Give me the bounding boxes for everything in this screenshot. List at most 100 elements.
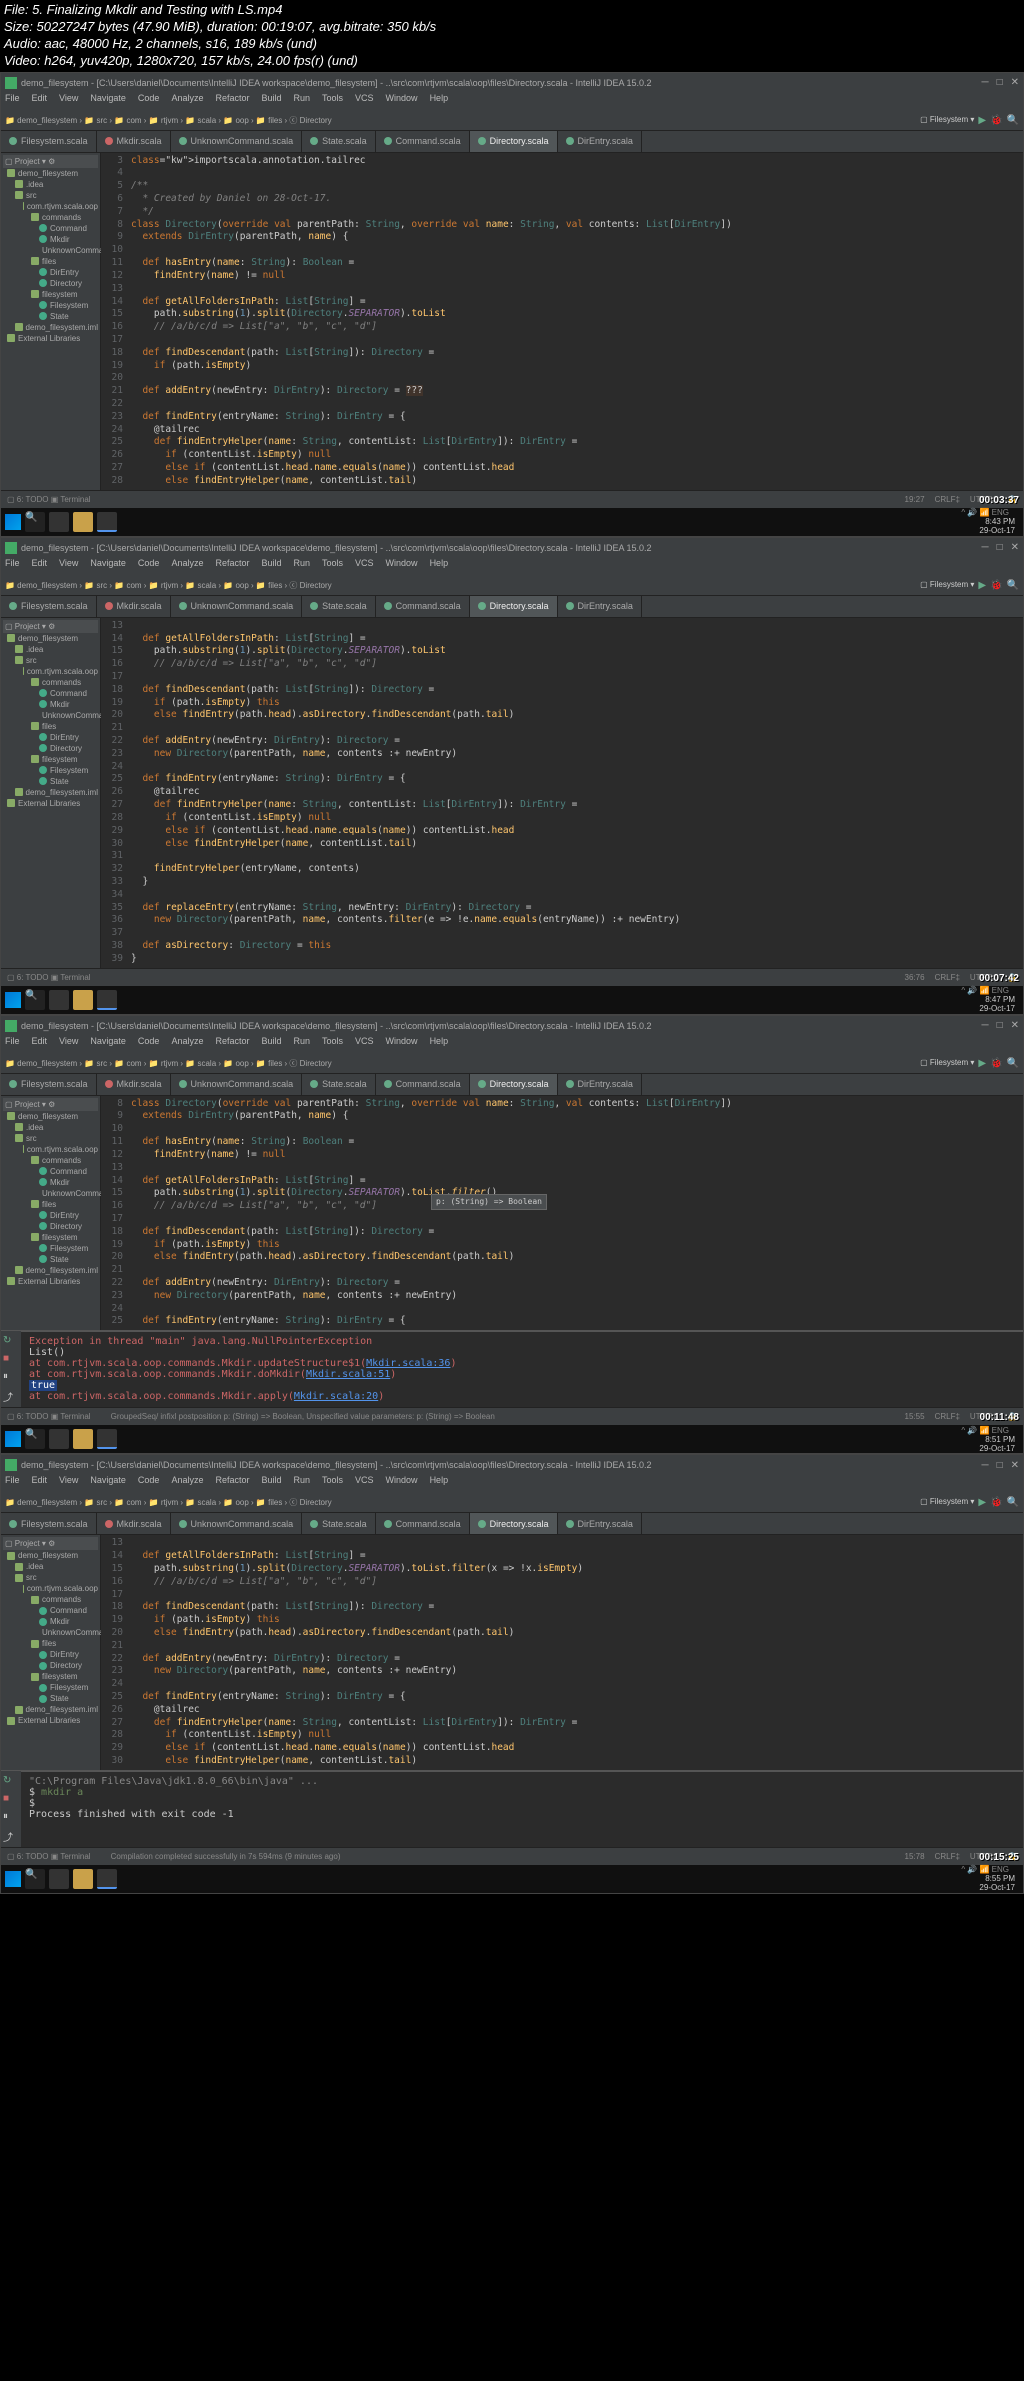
tree-item-demo_filesystem[interactable]: demo_filesystem xyxy=(3,1550,98,1561)
maximize-button[interactable]: □ xyxy=(997,542,1003,553)
close-button[interactable]: ✕ xyxy=(1011,1020,1019,1031)
tree-item-src[interactable]: src xyxy=(3,190,98,201)
project-tool-header[interactable]: ▢ Project ▾ ⚙ xyxy=(3,1098,98,1111)
breadcrumb[interactable]: 📁 demo_filesystem › 📁 src › 📁 com › 📁 rt… xyxy=(5,1058,332,1069)
menu-analyze[interactable]: Analyze xyxy=(171,1475,203,1493)
menu-analyze[interactable]: Analyze xyxy=(171,1036,203,1054)
status-tabs[interactable]: ▢ 6: TODO ▣ Terminal xyxy=(7,1412,91,1421)
intellij-icon[interactable] xyxy=(97,1869,117,1889)
tree-item-demo_filesystem.iml[interactable]: demo_filesystem.iml xyxy=(3,1265,98,1276)
menu-run[interactable]: Run xyxy=(294,1475,311,1493)
status-tabs[interactable]: ▢ 6: TODO ▣ Terminal xyxy=(7,495,91,504)
close-button[interactable]: ✕ xyxy=(1011,542,1019,553)
tree-item-DirEntry[interactable]: DirEntry xyxy=(3,1210,98,1221)
tree-item-demo_filesystem[interactable]: demo_filesystem xyxy=(3,1111,98,1122)
minimize-button[interactable]: ─ xyxy=(981,77,988,88)
tab-Directory.scala[interactable]: Directory.scala xyxy=(470,131,558,152)
tree-item-UnknownCommand[interactable]: UnknownCommand xyxy=(3,245,98,256)
tab-Mkdir.scala[interactable]: Mkdir.scala xyxy=(97,1513,171,1534)
menu-file[interactable]: File xyxy=(5,1475,20,1493)
project-tool-header[interactable]: ▢ Project ▾ ⚙ xyxy=(3,1537,98,1550)
menu-analyze[interactable]: Analyze xyxy=(171,558,203,576)
run-config[interactable]: ▢ Filesystem ▾ xyxy=(920,1058,974,1069)
search-button[interactable]: 🔍 xyxy=(25,990,45,1010)
start-button[interactable] xyxy=(5,1431,21,1447)
menu-view[interactable]: View xyxy=(59,558,78,576)
menu-help[interactable]: Help xyxy=(430,93,449,111)
line-sep[interactable]: CRLF‡ xyxy=(935,1852,960,1861)
tree-item-UnknownCommand[interactable]: UnknownCommand xyxy=(3,710,98,721)
explorer-icon[interactable] xyxy=(73,1869,93,1889)
system-clock[interactable]: ^ 🔊 📶 ENG 8:51 PM29-Oct-17 xyxy=(961,1426,1019,1453)
tab-State.scala[interactable]: State.scala xyxy=(302,1513,376,1534)
tree-item-Mkdir[interactable]: Mkdir xyxy=(3,1616,98,1627)
run-button[interactable]: ▶ xyxy=(978,1058,986,1069)
pause-icon[interactable]: ⏸ xyxy=(3,1371,17,1385)
taskview-button[interactable] xyxy=(49,512,69,532)
maximize-button[interactable]: □ xyxy=(997,77,1003,88)
minimize-button[interactable]: ─ xyxy=(981,1460,988,1471)
search-icon[interactable]: 🔍 xyxy=(1007,115,1019,126)
tree-item-External Libraries[interactable]: External Libraries xyxy=(3,798,98,809)
tree-item-Command[interactable]: Command xyxy=(3,688,98,699)
intellij-icon[interactable] xyxy=(97,990,117,1010)
tree-item-State[interactable]: State xyxy=(3,1693,98,1704)
start-button[interactable] xyxy=(5,992,21,1008)
tree-item-Mkdir[interactable]: Mkdir xyxy=(3,1177,98,1188)
breadcrumb[interactable]: 📁 demo_filesystem › 📁 src › 📁 com › 📁 rt… xyxy=(5,115,332,126)
tree-item-DirEntry[interactable]: DirEntry xyxy=(3,1649,98,1660)
tree-item-Command[interactable]: Command xyxy=(3,223,98,234)
tree-item-External Libraries[interactable]: External Libraries xyxy=(3,333,98,344)
explorer-icon[interactable] xyxy=(73,1429,93,1449)
code-editor[interactable]: 13 14 def getAllFoldersInPath: List[Stri… xyxy=(101,1535,1023,1770)
tab-Command.scala[interactable]: Command.scala xyxy=(376,1074,470,1095)
menu-code[interactable]: Code xyxy=(138,558,160,576)
search-button[interactable]: 🔍 xyxy=(25,1429,45,1449)
tree-item-files[interactable]: files xyxy=(3,1199,98,1210)
menu-navigate[interactable]: Navigate xyxy=(90,93,126,111)
tab-DirEntry.scala[interactable]: DirEntry.scala xyxy=(558,596,642,617)
maximize-button[interactable]: □ xyxy=(997,1460,1003,1471)
search-button[interactable]: 🔍 xyxy=(25,512,45,532)
tree-item-.idea[interactable]: .idea xyxy=(3,1122,98,1133)
search-icon[interactable]: 🔍 xyxy=(1007,1497,1019,1508)
start-button[interactable] xyxy=(5,514,21,530)
code-editor[interactable]: 13 14 def getAllFoldersInPath: List[Stri… xyxy=(101,618,1023,968)
tab-Filesystem.scala[interactable]: Filesystem.scala xyxy=(1,1513,97,1534)
menu-vcs[interactable]: VCS xyxy=(355,93,374,111)
tab-Command.scala[interactable]: Command.scala xyxy=(376,1513,470,1534)
explorer-icon[interactable] xyxy=(73,512,93,532)
status-tabs[interactable]: ▢ 6: TODO ▣ Terminal xyxy=(7,973,91,982)
tab-Filesystem.scala[interactable]: Filesystem.scala xyxy=(1,596,97,617)
menu-view[interactable]: View xyxy=(59,1036,78,1054)
tree-item-.idea[interactable]: .idea xyxy=(3,644,98,655)
menu-build[interactable]: Build xyxy=(261,1036,281,1054)
taskview-button[interactable] xyxy=(49,1869,69,1889)
breadcrumb[interactable]: 📁 demo_filesystem › 📁 src › 📁 com › 📁 rt… xyxy=(5,580,332,591)
menu-window[interactable]: Window xyxy=(386,1036,418,1054)
menu-window[interactable]: Window xyxy=(386,558,418,576)
tree-item-demo_filesystem.iml[interactable]: demo_filesystem.iml xyxy=(3,322,98,333)
tree-item-Directory[interactable]: Directory xyxy=(3,1660,98,1671)
tree-item-demo_filesystem.iml[interactable]: demo_filesystem.iml xyxy=(3,1704,98,1715)
tree-item-files[interactable]: files xyxy=(3,721,98,732)
stop-icon[interactable]: ■ xyxy=(3,1793,17,1807)
menu-help[interactable]: Help xyxy=(430,1036,449,1054)
menu-tools[interactable]: Tools xyxy=(322,1036,343,1054)
menu-help[interactable]: Help xyxy=(430,558,449,576)
tab-Filesystem.scala[interactable]: Filesystem.scala xyxy=(1,131,97,152)
tree-item-commands[interactable]: commands xyxy=(3,1155,98,1166)
run-button[interactable]: ▶ xyxy=(978,580,986,591)
menu-refactor[interactable]: Refactor xyxy=(215,1036,249,1054)
tab-State.scala[interactable]: State.scala xyxy=(302,1074,376,1095)
tree-item-com.rtjvm.scala.oop[interactable]: com.rtjvm.scala.oop xyxy=(3,201,98,212)
tree-item-demo_filesystem.iml[interactable]: demo_filesystem.iml xyxy=(3,787,98,798)
tree-item-commands[interactable]: commands xyxy=(3,677,98,688)
debug-button[interactable]: 🐞 xyxy=(990,115,1002,126)
taskview-button[interactable] xyxy=(49,990,69,1010)
tab-Directory.scala[interactable]: Directory.scala xyxy=(470,1513,558,1534)
breadcrumb[interactable]: 📁 demo_filesystem › 📁 src › 📁 com › 📁 rt… xyxy=(5,1497,332,1508)
tab-Directory.scala[interactable]: Directory.scala xyxy=(470,596,558,617)
search-icon[interactable]: 🔍 xyxy=(1007,580,1019,591)
tree-item-Filesystem[interactable]: Filesystem xyxy=(3,300,98,311)
